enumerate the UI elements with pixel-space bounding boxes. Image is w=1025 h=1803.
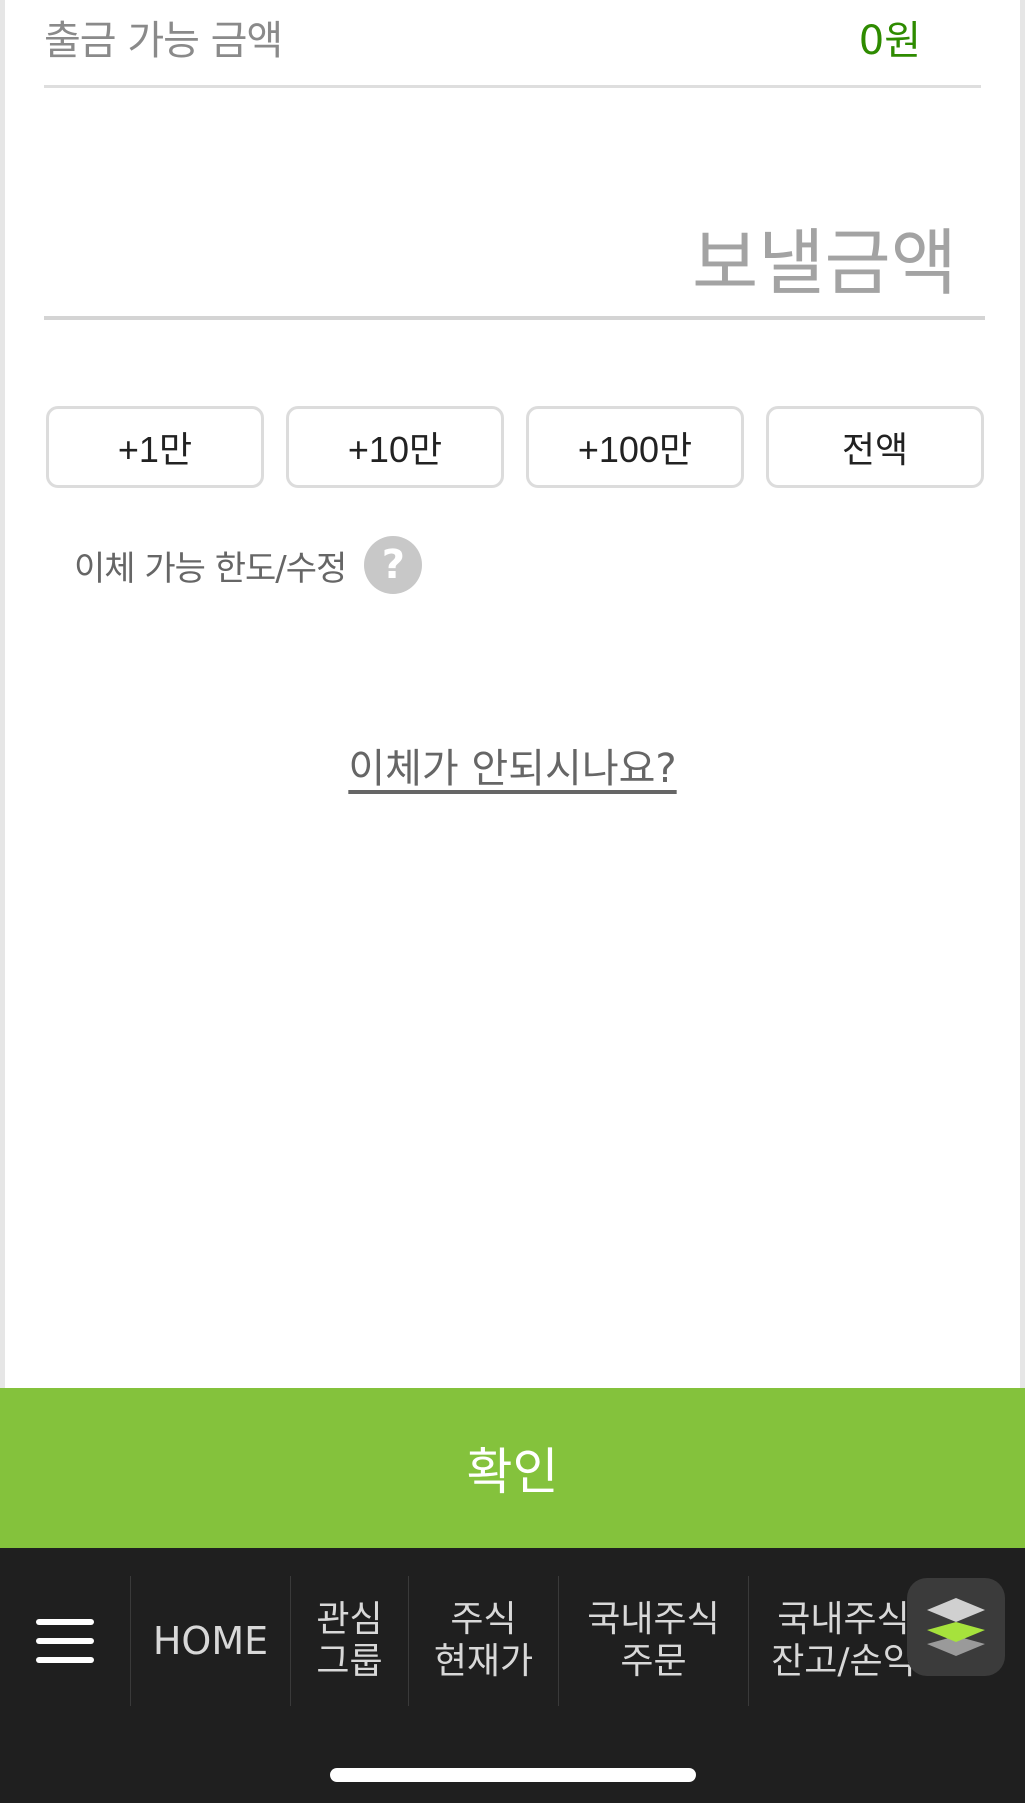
layers-icon <box>927 1598 985 1656</box>
home-indicator <box>330 1768 696 1782</box>
help-icon[interactable]: ? <box>364 536 423 594</box>
right-frame-edge <box>1020 0 1025 1388</box>
send-amount-input[interactable] <box>44 210 985 316</box>
transfer-trouble-link[interactable]: 이체가 안되시나요? <box>348 746 676 792</box>
transfer-limit-row[interactable]: 이체 가능 한도/수정 ? <box>74 536 423 594</box>
nav-item-stock-price[interactable]: 주식 현재가 <box>408 1576 558 1706</box>
full-amount-button[interactable]: 전액 <box>766 406 984 488</box>
quick-amount-buttons: +1만 +10만 +100만 전액 <box>46 406 984 488</box>
available-amount-value: 0원 <box>858 18 921 64</box>
hamburger-icon <box>36 1619 94 1663</box>
confirm-button[interactable]: 확인 <box>0 1388 1025 1548</box>
add-10k-button[interactable]: +1만 <box>46 406 264 488</box>
transfer-limit-label[interactable]: 이체 가능 한도/수정 <box>74 541 347 590</box>
available-amount-label: 출금 가능 금액 <box>44 18 283 64</box>
layers-button[interactable] <box>907 1578 1005 1676</box>
nav-item-domestic-order[interactable]: 국내주식 주문 <box>558 1576 748 1706</box>
amount-input-container <box>44 210 985 320</box>
bottom-nav: HOME 관심 그룹 주식 현재가 국내주식 주문 국내주식 잔고/손익 <box>0 1548 1025 1803</box>
nav-item-watch-group[interactable]: 관심 그룹 <box>290 1576 408 1706</box>
nav-item-home[interactable]: HOME <box>130 1576 290 1706</box>
left-frame-edge <box>0 0 5 1388</box>
available-amount-row: 출금 가능 금액 0원 <box>44 0 981 88</box>
add-1m-button[interactable]: +100만 <box>526 406 744 488</box>
transfer-trouble-link-container: 이체가 안되시나요? <box>0 736 1025 794</box>
confirm-label: 확인 <box>466 1443 559 1501</box>
add-100k-button[interactable]: +10만 <box>286 406 504 488</box>
menu-button[interactable] <box>0 1576 130 1706</box>
